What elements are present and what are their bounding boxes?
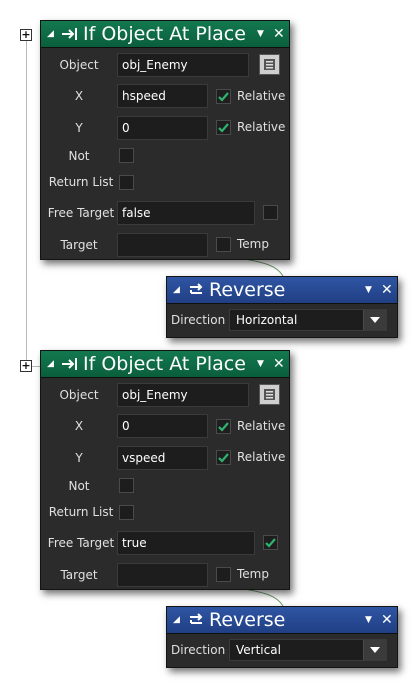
y-relative-checkbox[interactable] — [216, 120, 231, 135]
expand-toggle-button[interactable]: + — [20, 29, 32, 41]
reverse-arrow-icon — [187, 611, 205, 629]
target-label: Target — [60, 568, 98, 582]
object-picker-icon — [264, 59, 275, 70]
y-field[interactable]: 0 — [117, 116, 208, 140]
if-object-arrow-icon — [61, 355, 79, 373]
panel-header[interactable]: ◢ Reverse ▼ ✕ — [167, 607, 397, 634]
menu-triangle-icon[interactable]: ▼ — [365, 615, 372, 625]
not-checkbox[interactable] — [119, 148, 134, 163]
not-label: Not — [68, 479, 90, 493]
temp-label: Temp — [237, 237, 269, 251]
object-picker-button[interactable] — [259, 54, 280, 75]
x-relative-checkbox[interactable] — [216, 419, 231, 434]
check-icon — [265, 538, 276, 548]
menu-triangle-icon[interactable]: ▼ — [365, 285, 372, 295]
direction-label: Direction — [171, 313, 226, 327]
direction-value: Vertical — [236, 643, 281, 657]
object-label: Object — [59, 388, 99, 402]
y-label: Y — [75, 121, 83, 135]
check-icon — [218, 422, 229, 432]
free-target-label: Free Target — [47, 536, 115, 550]
direction-dropdown[interactable]: Horizontal — [229, 309, 387, 331]
y-relative-label: Relative — [237, 450, 286, 464]
panel-title: If Object At Place — [83, 23, 246, 45]
if-object-at-place-panel: ◢ If Object At Place ▼ ✕ Object obj_Enem… — [40, 20, 290, 260]
direction-value: Horizontal — [236, 313, 298, 327]
panel-header[interactable]: ◢ Reverse ▼ ✕ — [167, 277, 397, 304]
panel-title: Reverse — [209, 609, 286, 631]
collapse-triangle-icon[interactable]: ◢ — [47, 29, 57, 39]
collapse-triangle-icon[interactable]: ◢ — [173, 615, 183, 625]
free-target-field[interactable]: true — [117, 531, 255, 555]
direction-label: Direction — [171, 643, 226, 657]
y-relative-label: Relative — [237, 120, 286, 134]
x-label: X — [74, 419, 84, 433]
free-target-checkbox[interactable] — [263, 205, 278, 220]
target-label: Target — [60, 238, 98, 252]
return-list-label: Return List — [48, 505, 114, 519]
menu-triangle-icon[interactable]: ▼ — [257, 29, 264, 39]
menu-triangle-icon[interactable]: ▼ — [257, 359, 264, 369]
object-picker-button[interactable] — [259, 384, 280, 405]
y-label: Y — [75, 451, 83, 465]
y-relative-checkbox[interactable] — [216, 450, 231, 465]
panel-header[interactable]: ◢ If Object At Place ▼ ✕ — [41, 351, 289, 378]
target-field[interactable] — [117, 563, 208, 587]
dropdown-arrow-icon[interactable] — [363, 640, 386, 660]
close-icon[interactable]: ✕ — [381, 282, 393, 298]
not-label: Not — [68, 149, 90, 163]
close-icon[interactable]: ✕ — [273, 26, 285, 42]
x-field[interactable]: hspeed — [117, 84, 208, 108]
reverse-panel: ◢ Reverse ▼ ✕ Direction Vertical — [166, 606, 398, 668]
close-icon[interactable]: ✕ — [381, 612, 393, 628]
return-list-checkbox[interactable] — [119, 505, 134, 520]
free-target-label: Free Target — [47, 206, 115, 220]
if-object-at-place-panel: ◢ If Object At Place ▼ ✕ Object obj_Enem… — [40, 350, 290, 590]
collapse-triangle-icon[interactable]: ◢ — [173, 285, 183, 295]
reverse-panel: ◢ Reverse ▼ ✕ Direction Horizontal — [166, 276, 398, 338]
return-list-checkbox[interactable] — [119, 175, 134, 190]
close-icon[interactable]: ✕ — [273, 356, 285, 372]
x-relative-label: Relative — [237, 419, 286, 433]
panel-title: Reverse — [209, 279, 286, 301]
x-field[interactable]: 0 — [117, 414, 208, 438]
x-relative-checkbox[interactable] — [216, 89, 231, 104]
reverse-arrow-icon — [187, 281, 205, 299]
object-label: Object — [59, 58, 99, 72]
object-field[interactable]: obj_Enemy — [117, 53, 249, 77]
y-field[interactable]: vspeed — [117, 446, 208, 470]
object-field[interactable]: obj_Enemy — [117, 383, 249, 407]
x-label: X — [74, 89, 84, 103]
temp-checkbox[interactable] — [216, 567, 231, 582]
temp-label: Temp — [237, 567, 269, 581]
free-target-checkbox[interactable] — [263, 535, 278, 550]
expand-toggle-button[interactable]: + — [20, 360, 32, 372]
dropdown-arrow-icon[interactable] — [363, 310, 386, 330]
if-object-arrow-icon — [61, 25, 79, 43]
not-checkbox[interactable] — [119, 478, 134, 493]
panel-title: If Object At Place — [83, 353, 246, 375]
check-icon — [218, 92, 229, 102]
free-target-field[interactable]: false — [117, 201, 255, 225]
check-icon — [218, 123, 229, 133]
target-field[interactable] — [117, 233, 208, 257]
x-relative-label: Relative — [237, 89, 286, 103]
panel-header[interactable]: ◢ If Object At Place ▼ ✕ — [41, 21, 289, 48]
direction-dropdown[interactable]: Vertical — [229, 639, 387, 661]
return-list-label: Return List — [48, 175, 114, 189]
temp-checkbox[interactable] — [216, 237, 231, 252]
check-icon — [218, 453, 229, 463]
collapse-triangle-icon[interactable]: ◢ — [47, 359, 57, 369]
object-picker-icon — [264, 389, 275, 400]
